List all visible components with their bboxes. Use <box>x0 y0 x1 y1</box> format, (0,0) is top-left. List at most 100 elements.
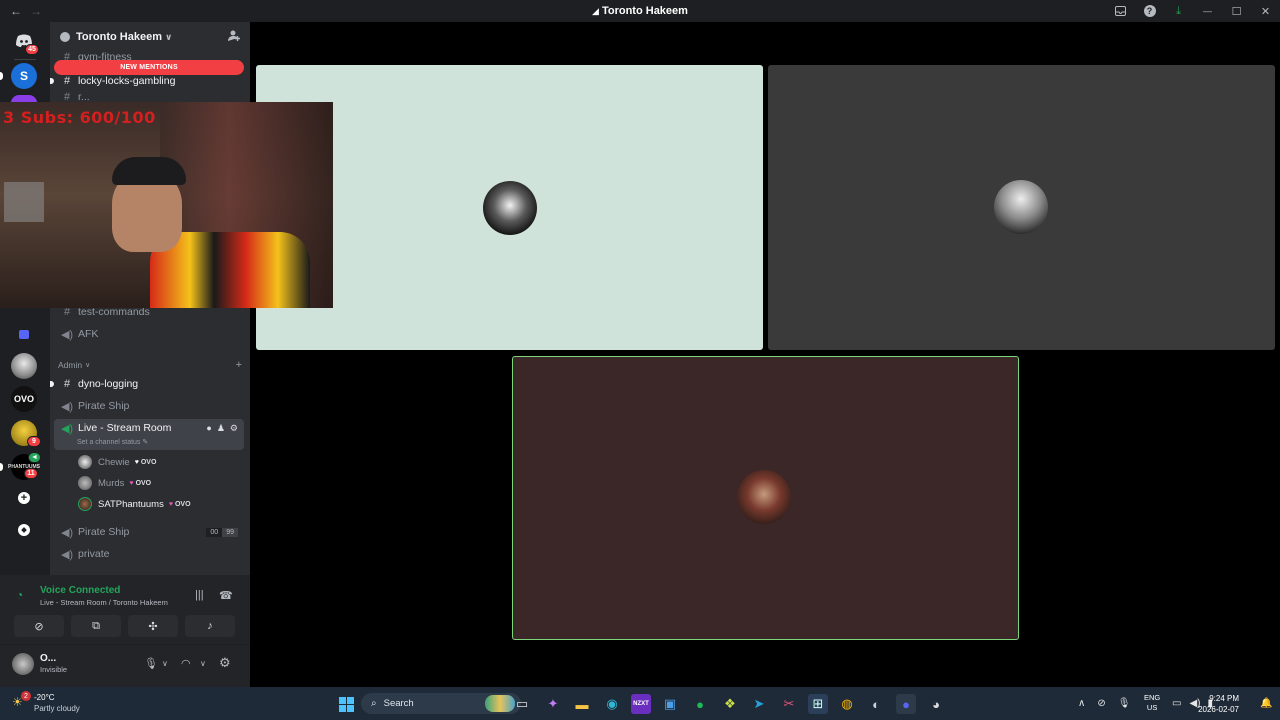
channel-pirate-ship-2[interactable]: ◀) Pirate Ship 00 99 <box>54 522 244 542</box>
server-icon-s[interactable]: S <box>11 63 37 89</box>
language-indicator[interactable]: ENG US <box>1144 693 1160 713</box>
user-limit-counter: 00 99 <box>206 527 238 537</box>
back-arrow-icon[interactable]: ← <box>10 4 22 18</box>
chat-icon[interactable]: ● <box>206 423 211 434</box>
forward-arrow-icon[interactable]: → <box>30 4 42 18</box>
start-button[interactable] <box>336 694 356 714</box>
maximize-button[interactable]: ☐ <box>1222 0 1251 22</box>
channel-status-prompt[interactable]: Set a channel status ✎ <box>77 438 148 446</box>
telegram-icon[interactable]: ➤ <box>749 694 769 714</box>
close-button[interactable]: ✕ <box>1251 0 1280 22</box>
voice-status[interactable]: Voice Connected <box>40 585 120 596</box>
nzxt-icon[interactable]: NZXT <box>631 694 651 714</box>
home-unread-badge: 45 <box>25 44 39 55</box>
user-status: Invisible <box>40 665 68 674</box>
help-icon[interactable]: ? <box>1135 0 1164 22</box>
guild-header[interactable]: Toronto Hakeem ∨ <box>50 22 250 52</box>
channel-locky-locks-gambling[interactable]: # locky-locks-gambling <box>50 71 244 91</box>
participant-tile[interactable] <box>768 65 1275 350</box>
channel-pirate-ship[interactable]: ◀) Pirate Ship <box>54 396 244 416</box>
participant-tile-speaking[interactable] <box>512 356 1019 640</box>
download-icon[interactable]: ⤓ <box>1164 0 1193 22</box>
avatar <box>78 455 92 469</box>
minimize-button[interactable]: — <box>1193 0 1222 22</box>
edge-icon[interactable]: ◉ <box>602 694 622 714</box>
chevron-down-icon[interactable]: ∨ <box>200 659 206 668</box>
channel-private[interactable]: ◀) private <box>54 544 244 564</box>
server-icon-ovo[interactable]: OVO <box>11 386 37 412</box>
voice-user-name: Chewie <box>98 456 130 468</box>
invite-member-icon[interactable] <box>228 30 240 44</box>
category-label: Admin <box>58 360 83 370</box>
chrome-icon[interactable]: ◍ <box>837 694 857 714</box>
taskbar-search[interactable]: ⌕ Search <box>361 693 521 714</box>
chevron-down-icon[interactable]: ∨ <box>162 659 168 668</box>
server-icon-avatar1[interactable] <box>11 353 37 379</box>
plus-icon: + <box>18 492 30 504</box>
heart-icon: ♥ <box>129 479 134 487</box>
voice-user-name: SATPhantuums <box>98 498 164 510</box>
camera-off-icon: ⊘ <box>34 620 44 633</box>
user-name[interactable]: O... <box>40 653 56 664</box>
screen-share-button[interactable]: ⧉ <box>71 615 121 637</box>
category-admin[interactable]: Admin ∨ + <box>58 359 242 371</box>
avatar <box>78 476 92 490</box>
activities-button[interactable]: ✣ <box>128 615 178 637</box>
create-channel-icon[interactable]: + <box>236 359 242 371</box>
app-dark-icon[interactable]: ⊞ <box>808 694 828 714</box>
camera-off-button[interactable]: ⊘ <box>14 615 64 637</box>
microphone-tray-icon[interactable]: 🎙 <box>1118 698 1131 709</box>
soundboard-button[interactable]: ♪ <box>185 615 235 637</box>
voice-location[interactable]: Live - Stream Room / Toronto Hakeem <box>40 598 168 607</box>
signal-strength-icon[interactable]: ◔ <box>16 588 23 602</box>
webcam-overlay: 3 Subs: 600/100 <box>0 102 333 308</box>
headphones-icon[interactable]: ◠ <box>181 657 191 670</box>
app-red-icon[interactable]: ◕ <box>926 694 946 714</box>
speaker-icon: ◀) <box>60 400 74 413</box>
server-badge-11: 11 <box>24 468 38 479</box>
channel-afk[interactable]: ◀) AFK <box>54 324 244 344</box>
notification-bell-icon[interactable]: 🔔 <box>1260 687 1272 720</box>
copilot-icon[interactable]: ✦ <box>543 694 563 714</box>
clock[interactable]: 9:24 PM 2026-02-07 <box>1198 693 1239 715</box>
activities-icon: ✣ <box>148 620 158 633</box>
weather-temperature: -20°C <box>34 693 55 702</box>
voice-user[interactable]: Murds ♥ OVO <box>78 474 151 492</box>
weather-condition: Partly cloudy <box>34 704 80 713</box>
user-settings-gear-icon[interactable]: ⚙ <box>219 655 231 671</box>
discord-taskbar-icon[interactable]: ● <box>896 694 916 714</box>
microphone-icon[interactable]: 🎙 <box>144 657 158 670</box>
discover-button[interactable] <box>11 517 37 543</box>
tag-text: OVO <box>135 479 152 487</box>
voice-user[interactable]: Chewie ♥ OVO <box>78 453 156 471</box>
help-glyph: ? <box>1143 5 1156 17</box>
server-icon-simpson[interactable]: 9 <box>11 420 41 447</box>
channel-partial[interactable]: # r... <box>54 92 244 102</box>
file-explorer-icon[interactable]: ▬ <box>572 694 592 714</box>
add-server-button[interactable]: + <box>11 485 37 511</box>
settings-gear-icon[interactable]: ⚙ <box>230 423 238 434</box>
snipping-tool-icon[interactable]: ✂ <box>779 694 799 714</box>
chevron-up-icon[interactable]: ∧ <box>1078 698 1085 709</box>
title-bar: ← → ◢ Toronto Hakeem ? ⤓ — ☐ ✕ <box>0 0 1280 22</box>
ovo-tag: ♥ OVO <box>135 459 157 466</box>
steam-icon[interactable]: ◐ <box>866 694 886 714</box>
remote-desktop-icon[interactable]: ▣ <box>660 694 680 714</box>
channel-label: Pirate Ship <box>78 526 130 538</box>
server-icon-folder[interactable] <box>11 321 37 347</box>
user-panel: O... Invisible 🎙 ∨ ◠ ∨ ⚙ <box>0 645 250 687</box>
spotify-icon[interactable]: ● <box>690 694 710 714</box>
region-code: US <box>1146 703 1158 712</box>
task-view-icon[interactable]: ▭ <box>512 694 532 714</box>
channel-dyno-logging[interactable]: # dyno-logging <box>50 374 244 394</box>
disconnect-icon[interactable]: ☎ <box>219 589 233 602</box>
avatar[interactable] <box>12 653 34 675</box>
home-button[interactable]: 45 <box>11 28 39 55</box>
inbox-icon[interactable] <box>1106 0 1135 22</box>
noise-suppression-icon[interactable]: ||| <box>195 589 204 601</box>
app-yellow-icon[interactable]: ❖ <box>720 694 740 714</box>
invite-icon[interactable]: ♟ <box>217 423 225 434</box>
network-off-icon[interactable]: ⊘ <box>1097 698 1105 709</box>
weather-badge: 2 <box>21 691 31 701</box>
voice-user[interactable]: SATPhantuums ♥ OVO <box>78 495 191 513</box>
